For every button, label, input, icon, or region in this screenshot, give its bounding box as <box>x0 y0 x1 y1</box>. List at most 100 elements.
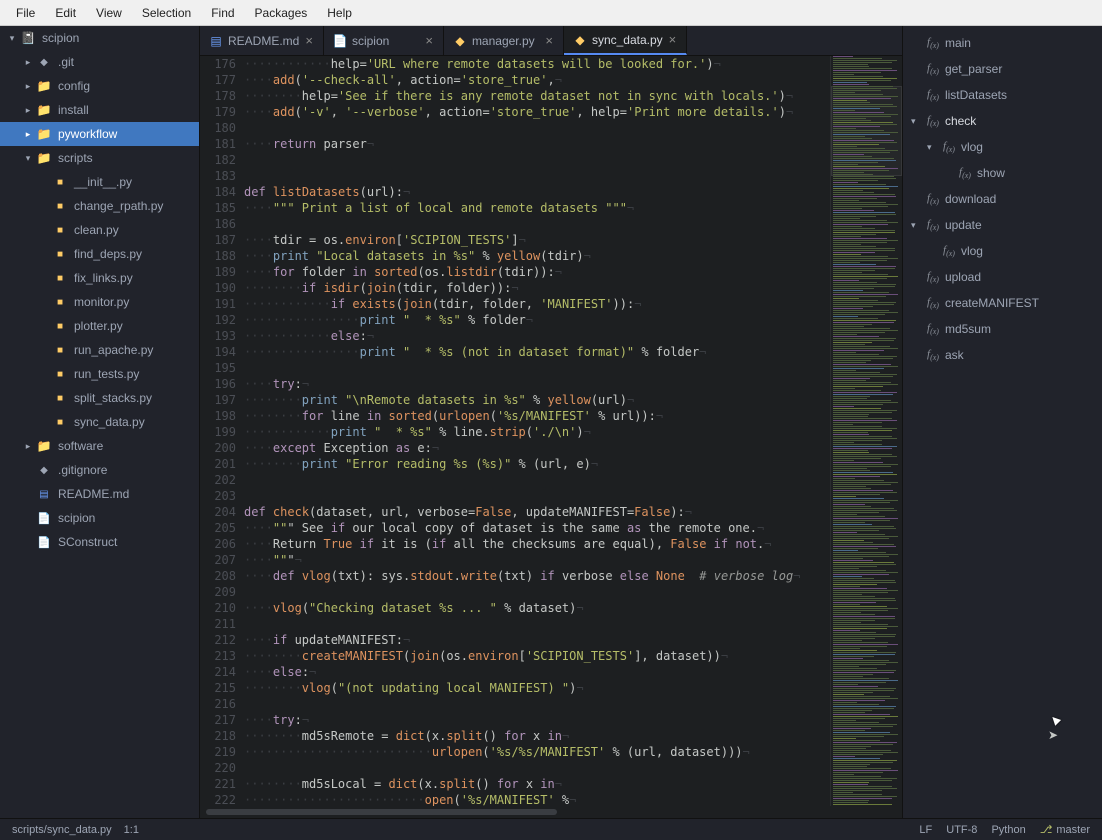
tab-sync-data-py[interactable]: ◆sync_data.py× <box>564 26 687 55</box>
code-line[interactable]: ············else:¬ <box>244 328 830 344</box>
tree-item-software[interactable]: ▸software <box>0 434 199 458</box>
code-line[interactable]: ····Return True if it is (if all the che… <box>244 536 830 552</box>
code-line[interactable]: ····add('-v', '--verbose', action='store… <box>244 104 830 120</box>
tree-item-split-stacks-py[interactable]: split_stacks.py <box>0 386 199 410</box>
symbol-check[interactable]: ▾f(x)check <box>903 108 1102 134</box>
tree-item-pyworkflow[interactable]: ▸pyworkflow <box>0 122 199 146</box>
symbols-outline[interactable]: f(x)mainf(x)get_parserf(x)listDatasets▾f… <box>902 26 1102 818</box>
status-eol[interactable]: LF <box>919 824 932 836</box>
project-tree[interactable]: ▾scipion▸.git▸config▸install▸pyworkflow▾… <box>0 26 200 818</box>
symbol-upload[interactable]: f(x)upload <box>903 264 1102 290</box>
symbol-listDatasets[interactable]: f(x)listDatasets <box>903 82 1102 108</box>
code-line[interactable]: ····else:¬ <box>244 664 830 680</box>
code-line[interactable] <box>244 120 830 136</box>
menu-edit[interactable]: Edit <box>45 3 86 23</box>
close-icon[interactable]: × <box>669 32 677 47</box>
code-line[interactable]: ············help='URL where remote datas… <box>244 56 830 72</box>
disclosure-icon[interactable]: ▾ <box>911 220 921 231</box>
code-line[interactable] <box>244 472 830 488</box>
code-line[interactable]: ····print "Local datasets in %s" % yello… <box>244 248 830 264</box>
tree-item-fix-links-py[interactable]: fix_links.py <box>0 266 199 290</box>
scrollbar-thumb[interactable] <box>206 809 557 815</box>
status-encoding[interactable]: UTF-8 <box>946 824 977 836</box>
close-icon[interactable]: × <box>545 33 553 48</box>
disclosure-icon[interactable]: ▸ <box>22 441 34 452</box>
code-line[interactable]: ············if exists(join(tdir, folder,… <box>244 296 830 312</box>
tree-item--gitignore[interactable]: .gitignore <box>0 458 199 482</box>
status-language[interactable]: Python <box>991 824 1025 836</box>
menu-selection[interactable]: Selection <box>132 3 201 23</box>
code-line[interactable]: ········createMANIFEST(join(os.environ['… <box>244 648 830 664</box>
code-line[interactable]: ····tdir = os.environ['SCIPION_TESTS']¬ <box>244 232 830 248</box>
disclosure-icon[interactable]: ▸ <box>22 129 34 140</box>
code-line[interactable] <box>244 760 830 776</box>
code-line[interactable]: ····return parser¬ <box>244 136 830 152</box>
disclosure-icon[interactable]: ▾ <box>22 153 34 164</box>
code-line[interactable] <box>244 584 830 600</box>
code-line[interactable]: ················print " * %s (not in dat… <box>244 344 830 360</box>
code-line[interactable]: ········print "Error reading %s (%s)" % … <box>244 456 830 472</box>
code-line[interactable]: ····for folder in sorted(os.listdir(tdir… <box>244 264 830 280</box>
code-line[interactable]: ········for line in sorted(urlopen('%s/M… <box>244 408 830 424</box>
disclosure-icon[interactable]: ▸ <box>22 57 34 68</box>
symbol-get_parser[interactable]: f(x)get_parser <box>903 56 1102 82</box>
menu-view[interactable]: View <box>86 3 132 23</box>
code-line[interactable]: ····def vlog(txt): sys.stdout.write(txt)… <box>244 568 830 584</box>
tree-item-change-rpath-py[interactable]: change_rpath.py <box>0 194 199 218</box>
code-line[interactable]: ····try:¬ <box>244 376 830 392</box>
symbol-vlog[interactable]: f(x)vlog <box>903 238 1102 264</box>
tree-item-scipion[interactable]: ▾scipion <box>0 26 199 50</box>
disclosure-icon[interactable]: ▾ <box>6 33 18 44</box>
tree-item-plotter-py[interactable]: plotter.py <box>0 314 199 338</box>
symbol-ask[interactable]: f(x)ask <box>903 342 1102 368</box>
code-line[interactable]: ········md5sLocal = dict(x.split() for x… <box>244 776 830 792</box>
tree-item-clean-py[interactable]: clean.py <box>0 218 199 242</box>
code-line[interactable]: ····"""¬ <box>244 552 830 568</box>
close-icon[interactable]: × <box>425 33 433 48</box>
code-line[interactable] <box>244 152 830 168</box>
code-line[interactable]: ············print " * %s" % line.strip('… <box>244 424 830 440</box>
code-line[interactable]: ················print " * %s" % folder¬ <box>244 312 830 328</box>
tree-item-monitor-py[interactable]: monitor.py <box>0 290 199 314</box>
tree-item-readme-md[interactable]: README.md <box>0 482 199 506</box>
code-line[interactable]: ····""" Print a list of local and remote… <box>244 200 830 216</box>
symbol-createMANIFEST[interactable]: f(x)createMANIFEST <box>903 290 1102 316</box>
symbol-update[interactable]: ▾f(x)update <box>903 212 1102 238</box>
code-line[interactable]: ····except Exception as e:¬ <box>244 440 830 456</box>
minimap[interactable] <box>830 56 902 806</box>
tab-manager-py[interactable]: ◆manager.py× <box>444 26 564 55</box>
disclosure-icon[interactable]: ▸ <box>22 105 34 116</box>
menu-packages[interactable]: Packages <box>245 3 318 23</box>
tree-item-sconstruct[interactable]: SConstruct <box>0 530 199 554</box>
status-cursor[interactable]: 1:1 <box>124 824 139 836</box>
symbol-md5sum[interactable]: f(x)md5sum <box>903 316 1102 342</box>
code-line[interactable]: ········if isdir(join(tdir, folder)):¬ <box>244 280 830 296</box>
close-icon[interactable]: × <box>305 33 313 48</box>
code-line[interactable]: ····vlog("Checking dataset %s ... " % da… <box>244 600 830 616</box>
symbol-vlog[interactable]: ▾f(x)vlog <box>903 134 1102 160</box>
tree-item-config[interactable]: ▸config <box>0 74 199 98</box>
code-line[interactable]: ········md5sRemote = dict(x.split() for … <box>244 728 830 744</box>
code-line[interactable]: ········help='See if there is any remote… <box>244 88 830 104</box>
symbol-download[interactable]: f(x)download <box>903 186 1102 212</box>
code-line[interactable]: def check(dataset, url, verbose=False, u… <box>244 504 830 520</box>
code-line[interactable]: ····add('--check-all', action='store_tru… <box>244 72 830 88</box>
tree-item-scipion[interactable]: scipion <box>0 506 199 530</box>
code-line[interactable]: ········vlog("(not updating local MANIFE… <box>244 680 830 696</box>
tree-item-find-deps-py[interactable]: find_deps.py <box>0 242 199 266</box>
editor[interactable]: 1761771781791801811821831841851861871881… <box>200 56 902 806</box>
code-line[interactable] <box>244 168 830 184</box>
code-line[interactable] <box>244 696 830 712</box>
symbol-show[interactable]: f(x)show <box>903 160 1102 186</box>
tree-item---init---py[interactable]: __init__.py <box>0 170 199 194</box>
code-line[interactable] <box>244 216 830 232</box>
symbol-main[interactable]: f(x)main <box>903 30 1102 56</box>
menu-find[interactable]: Find <box>201 3 244 23</box>
disclosure-icon[interactable]: ▸ <box>22 81 34 92</box>
tab-scipion[interactable]: 📄scipion× <box>324 26 444 55</box>
code-line[interactable] <box>244 360 830 376</box>
tree-item-install[interactable]: ▸install <box>0 98 199 122</box>
tab-readme-md[interactable]: ▤README.md× <box>200 26 324 55</box>
disclosure-icon[interactable]: ▾ <box>927 142 937 153</box>
tree-item-run-tests-py[interactable]: run_tests.py <box>0 362 199 386</box>
